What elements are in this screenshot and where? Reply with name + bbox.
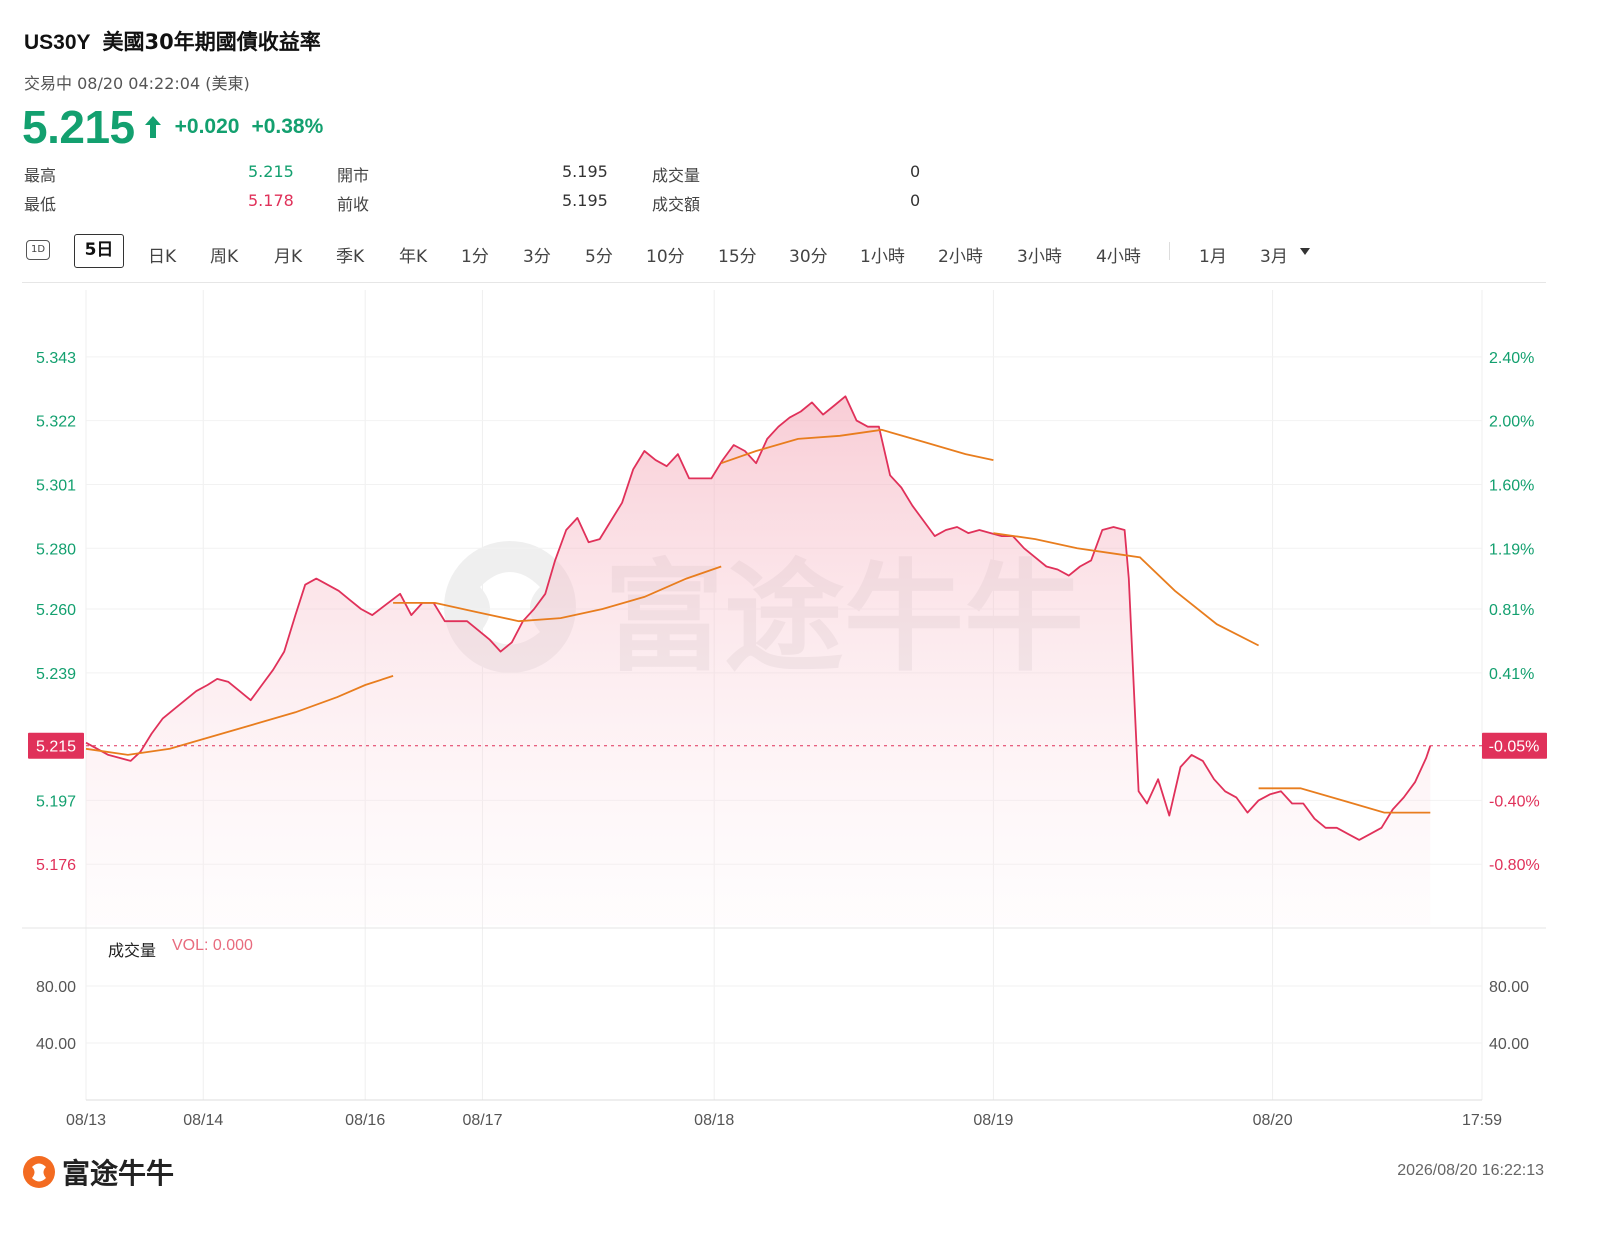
current-price-badge-left-text: 5.215 — [36, 739, 76, 756]
current-pct-badge-right-text: -0.05% — [1489, 739, 1540, 756]
y-tick-right: 2.00% — [1489, 414, 1534, 431]
y-tick-right: 2.40% — [1489, 350, 1534, 367]
y-tick-right: -0.80% — [1489, 857, 1540, 874]
y-tick-left: 5.301 — [36, 477, 76, 494]
price-area — [86, 396, 1431, 925]
x-tick: 08/18 — [694, 1112, 734, 1129]
x-tick: 08/17 — [462, 1112, 502, 1129]
x-tick: 08/19 — [973, 1112, 1013, 1129]
brand-logo: 富途牛牛 — [22, 1152, 174, 1192]
price-area-fill — [86, 396, 1431, 925]
y-tick-left: 5.176 — [36, 857, 76, 874]
y-tick-right: 0.41% — [1489, 666, 1534, 683]
y-tick-left: 5.239 — [36, 666, 76, 683]
x-tick: 08/20 — [1253, 1112, 1293, 1129]
y-tick-right: 0.81% — [1489, 602, 1534, 619]
volume-tick-right: 80.00 — [1489, 979, 1529, 996]
x-axis: 08/13 08/14 08/16 08/17 08/18 08/19 08/20 17:59 — [66, 1112, 1502, 1129]
brand-name: 富途牛牛 — [62, 1157, 175, 1190]
y-axis-right: 2.40% 2.00% 1.60% 1.19% 0.81% 0.41% -0.40% -0.8… — [1489, 350, 1540, 874]
brand-logo-icon — [23, 1156, 55, 1188]
volume-panel-label: 成交量 — [108, 941, 157, 960]
y-axis-left: 5.343 5.322 5.301 5.280 5.260 5.239 5.197 5.176 — [36, 350, 76, 874]
y-tick-left: 5.197 — [36, 793, 76, 810]
x-tick: 08/16 — [345, 1112, 385, 1129]
snapshot-timestamp: 2026/08/20 16:22:13 — [1397, 1162, 1544, 1179]
y-tick-right: -0.40% — [1489, 793, 1540, 810]
y-tick-right: 1.60% — [1489, 477, 1534, 494]
x-tick: 08/14 — [183, 1112, 223, 1129]
y-tick-left: 5.322 — [36, 414, 76, 431]
volume-tick-left: 80.00 — [36, 979, 76, 996]
y-tick-left: 5.343 — [36, 350, 76, 367]
price-chart[interactable]: 5.343 5.322 5.301 5.280 5.260 5.239 5.197 5.176… — [0, 0, 1600, 1234]
volume-axis: 80.00 40.00 80.00 40.00 — [36, 979, 1529, 1053]
x-tick: 17:59 — [1462, 1112, 1502, 1129]
volume-tick-left: 40.00 — [36, 1036, 76, 1053]
volume-tick-right: 40.00 — [1489, 1036, 1529, 1053]
y-tick-left: 5.260 — [36, 602, 76, 619]
x-tick: 08/13 — [66, 1112, 106, 1129]
volume-panel-value: VOL: 0.000 — [172, 937, 253, 954]
y-tick-left: 5.280 — [36, 541, 76, 558]
y-tick-right: 1.19% — [1489, 541, 1534, 558]
